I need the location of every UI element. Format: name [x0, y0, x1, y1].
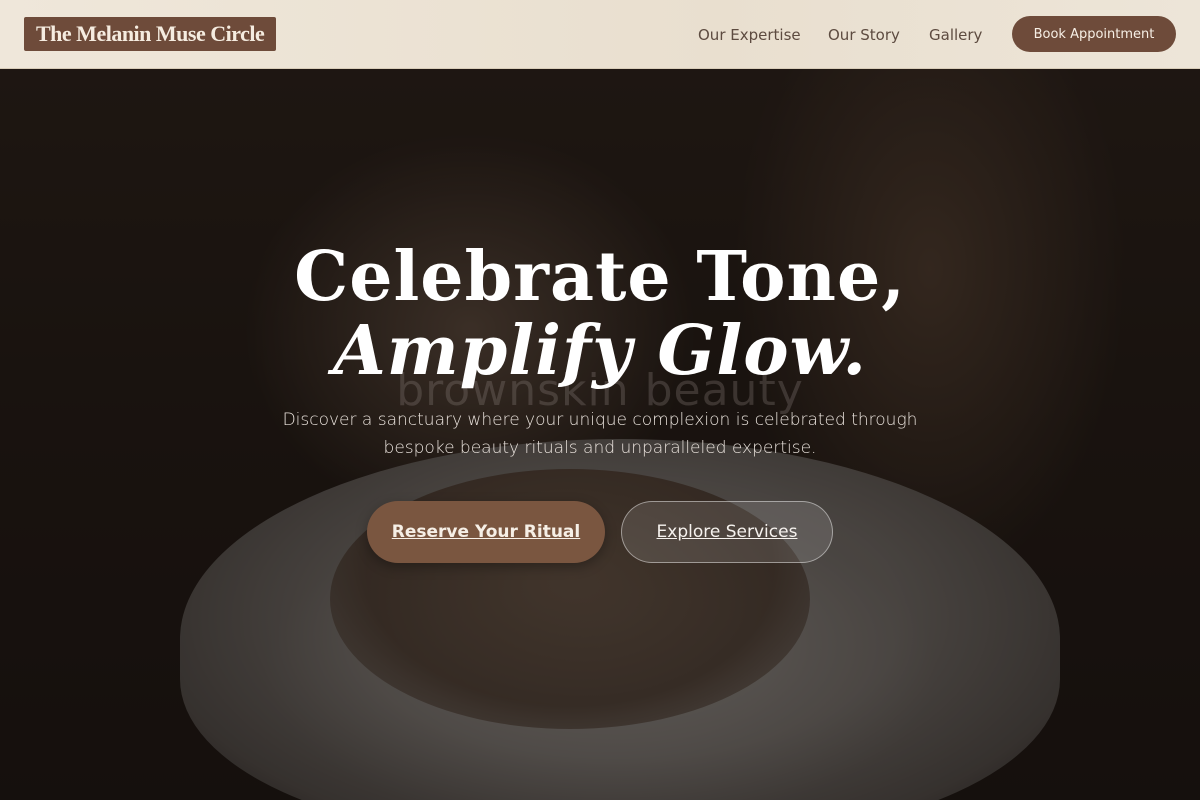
explore-services-button[interactable]: Explore Services — [621, 501, 833, 563]
book-appointment-button[interactable]: Book Appointment — [1012, 16, 1176, 52]
nav-link-expertise[interactable]: Our Expertise — [698, 26, 801, 44]
site-header: The Melanin Muse Circle Our Expertise Ou… — [0, 0, 1200, 69]
site-logo[interactable]: The Melanin Muse Circle — [24, 17, 277, 51]
hero-content: Celebrate Tone, Amplify Glow. Discover a… — [0, 69, 1200, 800]
nav-link-gallery[interactable]: Gallery — [929, 26, 982, 44]
hero-section: brownskin beauty Celebrate Tone, Amplify… — [0, 69, 1200, 800]
hero-headline-line1: Celebrate Tone, — [294, 237, 906, 317]
reserve-ritual-button[interactable]: Reserve Your Ritual — [367, 501, 605, 563]
hero-subtext: Discover a sanctuary where your unique c… — [282, 410, 918, 458]
nav-link-story[interactable]: Our Story — [828, 26, 900, 44]
hero-headline-line2: Amplify Glow. — [333, 311, 867, 391]
